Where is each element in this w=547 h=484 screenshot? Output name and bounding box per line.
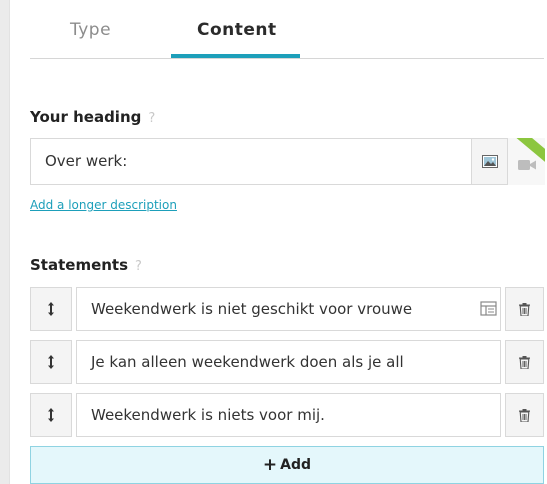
add-label: Add (280, 457, 312, 473)
heading-input[interactable]: Over werk: (30, 138, 471, 185)
delete-statement-button[interactable] (505, 393, 544, 437)
add-video-button[interactable] (508, 138, 545, 185)
tab-bar: Type Content (30, 0, 544, 59)
tab-type[interactable]: Type (70, 20, 111, 40)
drag-handle-icon (48, 355, 54, 369)
heading-label: Your heading (30, 108, 142, 126)
heading-help-icon[interactable]: ? (148, 111, 155, 126)
drag-handle-icon (48, 408, 54, 422)
video-camera-icon (517, 159, 536, 170)
drag-handle[interactable] (30, 393, 72, 437)
tab-content[interactable]: Content (197, 20, 277, 40)
trash-icon (519, 355, 530, 369)
heading-input-group: Over werk: (30, 138, 545, 187)
delete-statement-button[interactable] (505, 340, 544, 384)
left-rail (0, 0, 10, 484)
statement-input[interactable]: Je kan alleen weekendwerk doen als je al… (76, 340, 501, 384)
image-icon (481, 155, 498, 168)
statement-row: Weekendwerk is niet geschikt voor vrouwe (30, 287, 544, 331)
add-description-link[interactable]: Add a longer description (30, 198, 177, 212)
statements-section-label: Statements? (30, 256, 142, 274)
trash-icon (519, 408, 530, 422)
statements-label: Statements (30, 256, 129, 274)
trash-icon (519, 302, 530, 316)
active-tab-indicator (171, 54, 300, 58)
drag-handle[interactable] (30, 340, 72, 384)
delete-statement-button[interactable] (505, 287, 544, 331)
statement-row: Weekendwerk is niets voor mij. (30, 393, 544, 437)
statements-help-icon[interactable]: ? (135, 259, 142, 274)
textbox-icon[interactable] (480, 300, 497, 317)
drag-handle[interactable] (30, 287, 72, 331)
heading-section-label: Your heading? (30, 108, 155, 126)
statement-input[interactable]: Weekendwerk is niet geschikt voor vrouwe (76, 287, 501, 331)
drag-handle-icon (48, 302, 54, 316)
add-statement-button[interactable]: + Add (30, 446, 544, 484)
plus-icon: + (262, 455, 278, 475)
statement-row: Je kan alleen weekendwerk doen als je al… (30, 340, 544, 384)
statement-input[interactable]: Weekendwerk is niets voor mij. (76, 393, 501, 437)
add-image-button[interactable] (471, 138, 508, 185)
